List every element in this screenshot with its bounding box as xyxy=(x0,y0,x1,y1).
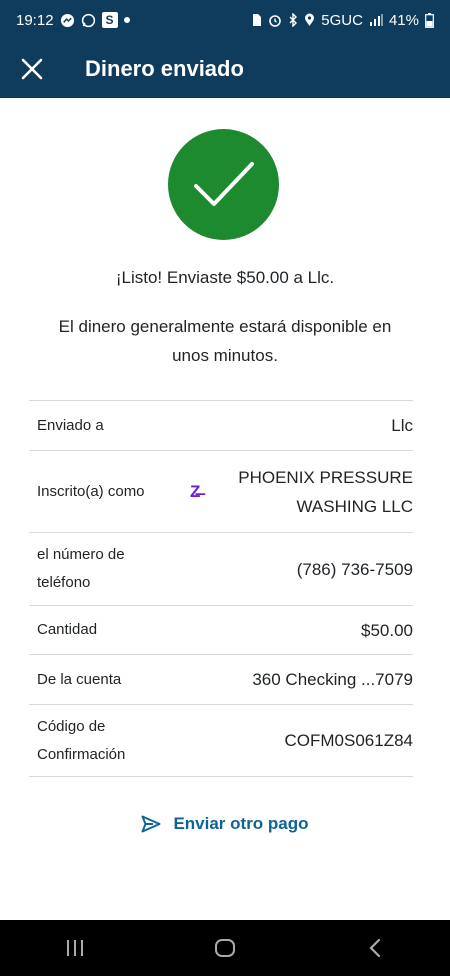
page-title: Dinero enviado xyxy=(85,56,244,81)
messenger-icon xyxy=(60,13,75,28)
send-icon xyxy=(141,815,161,833)
status-bar-left: 19:12 S xyxy=(16,12,130,29)
status-time: 19:12 xyxy=(16,11,54,29)
close-button[interactable] xyxy=(2,40,62,98)
alarm-icon xyxy=(268,13,282,27)
status-bar-right: 5GUC 41% xyxy=(252,12,434,29)
detail-label: Inscrito(a) como xyxy=(37,482,145,500)
detail-value: (786) 736-7509 xyxy=(296,559,413,579)
detail-label: Cantidad xyxy=(37,621,98,638)
confirmation-subtext: El dinero generalmente estará disponible… xyxy=(58,317,392,365)
detail-value: Llc xyxy=(391,416,413,435)
checkmark-icon xyxy=(193,161,254,206)
detail-value: $50.00 xyxy=(361,620,413,640)
detail-row-enrolled-as: Inscrito(a) como Z̶ PHOENIX PRESSURE WAS… xyxy=(29,450,413,532)
signal-icon xyxy=(369,14,383,26)
recents-icon xyxy=(67,940,83,956)
location-icon xyxy=(304,13,315,27)
detail-label: Código de Confirmación xyxy=(37,717,126,763)
confirmation-headline: ¡Listo! Enviaste $50.00 a Llc. xyxy=(115,268,335,287)
detail-value: PHOENIX PRESSURE WASHING LLC xyxy=(238,467,413,516)
app-bar: Dinero enviado xyxy=(0,40,450,98)
dot-icon xyxy=(123,17,130,23)
whatsapp-icon xyxy=(81,13,96,28)
home-button[interactable] xyxy=(195,920,255,976)
system-nav-bar xyxy=(0,920,450,976)
detail-label: Enviado a xyxy=(37,416,104,434)
detail-row-account: De la cuenta 360 Checking ...7079 xyxy=(29,654,413,704)
detail-value: 360 Checking ...7079 xyxy=(252,670,413,689)
transfer-details: Enviado a Llc Inscrito(a) como Z̶ PHOENI… xyxy=(29,400,413,777)
detail-value: COFM0S061Z84 xyxy=(284,731,414,750)
detail-label: el número de teléfono xyxy=(37,546,125,591)
detail-row-recipient: Enviado a Llc xyxy=(29,400,413,450)
close-icon xyxy=(21,58,43,80)
send-another-payment-label: Enviar otro pago xyxy=(173,814,309,833)
detail-row-confirmation-code: Código de Confirmación COFM0S061Z84 xyxy=(29,704,413,777)
bluetooth-icon xyxy=(288,13,298,27)
battery-icon xyxy=(425,12,434,28)
back-button[interactable] xyxy=(345,920,405,976)
sim-icon xyxy=(252,13,262,27)
zelle-icon: Z̶ xyxy=(190,481,201,501)
send-another-payment-button[interactable]: Enviar otro pago xyxy=(0,814,450,834)
s-app-icon: S xyxy=(101,12,118,28)
detail-row-amount: Cantidad $50.00 xyxy=(29,605,413,654)
detail-row-phone: el número de teléfono (786) 736-7509 xyxy=(29,532,413,605)
status-bar: 19:12 S 5GUC 41% xyxy=(0,0,450,40)
recents-button[interactable] xyxy=(45,920,105,976)
home-icon xyxy=(215,939,235,957)
network-label: 5GUC xyxy=(321,11,363,29)
back-icon xyxy=(369,938,381,958)
battery-percent: 41% xyxy=(388,11,419,29)
detail-label: De la cuenta xyxy=(37,670,122,688)
success-check xyxy=(168,129,279,240)
